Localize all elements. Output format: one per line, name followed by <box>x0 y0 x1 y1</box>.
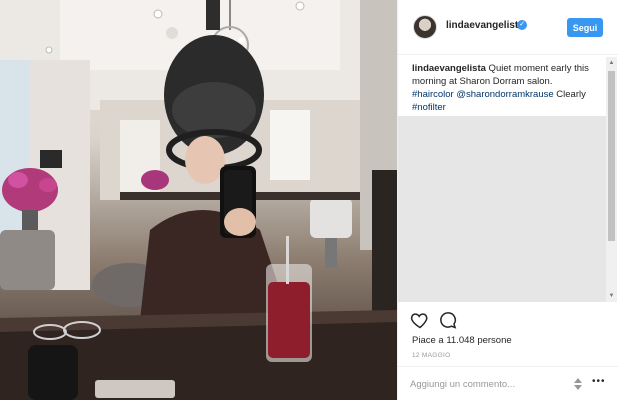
comments-scrollbar[interactable]: ▲ ▼ <box>606 57 617 302</box>
follow-button[interactable]: Segui <box>567 18 603 37</box>
sort-arrows-icon[interactable] <box>573 377 583 391</box>
header-username[interactable]: lindaevangelista <box>446 20 524 31</box>
post-sidebar: lindaevangelista ✓ Segui lindaevangelist… <box>397 0 618 400</box>
avatar[interactable] <box>413 15 437 39</box>
caption-username[interactable]: lindaevangelista <box>412 63 486 74</box>
comment-input[interactable] <box>410 375 560 393</box>
verified-badge-icon: ✓ <box>517 20 527 30</box>
comment-bar: ••• <box>398 366 618 400</box>
likes-count[interactable]: Piace a 11.048 persone <box>412 335 512 346</box>
post-actions <box>410 310 470 332</box>
post-date: 12 MAGGIO <box>412 352 451 359</box>
salon-photo-illustration <box>0 0 397 400</box>
post-header: lindaevangelista ✓ Segui <box>398 0 618 55</box>
hashtag-nofilter[interactable]: #nofilter <box>412 102 446 113</box>
caption-text-2: Clearly <box>553 89 586 100</box>
scroll-up-icon[interactable]: ▲ <box>608 59 615 67</box>
hashtag-haircolor[interactable]: #haircolor <box>412 89 454 100</box>
more-options-icon[interactable]: ••• <box>592 376 606 387</box>
heart-icon[interactable] <box>410 310 432 332</box>
post-caption: lindaevangelista Quiet moment early this… <box>412 62 592 114</box>
scroll-down-icon[interactable]: ▼ <box>608 292 615 300</box>
post-photo[interactable] <box>0 0 397 400</box>
mention-sharondorramkrause[interactable]: @sharondorramkrause <box>454 89 553 100</box>
comments-area <box>398 116 606 302</box>
scroll-thumb[interactable] <box>608 71 615 241</box>
comment-icon[interactable] <box>438 310 460 332</box>
